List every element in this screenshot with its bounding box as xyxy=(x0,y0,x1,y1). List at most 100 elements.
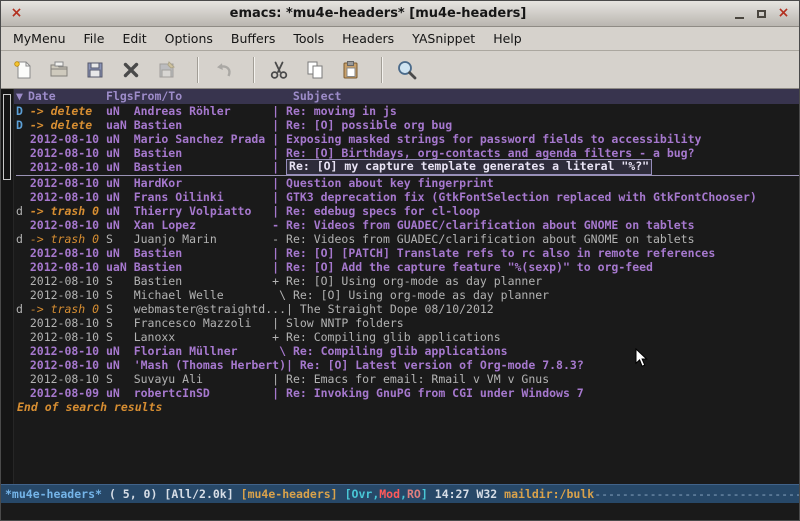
message-mark: d xyxy=(16,302,30,316)
message-row[interactable]: 2012-08-10uNBastien| Re: [O] Birthdays, … xyxy=(16,146,799,160)
message-date: 2012-08-10 xyxy=(30,288,106,302)
paste-button[interactable] xyxy=(336,55,366,85)
message-from: Frans Oilinki xyxy=(134,190,272,204)
window-controls: × xyxy=(731,6,792,21)
message-row[interactable]: 2012-08-10uNXan Lopez- Re: Videos from G… xyxy=(16,218,799,232)
message-row[interactable]: 2012-08-10SFrancesco Mazzoli| Slow NNTP … xyxy=(16,316,799,330)
message-row[interactable]: 2012-08-10uNBastien| Re: [O] [PATCH] Tra… xyxy=(16,246,799,260)
message-row[interactable]: 2012-08-09uNrobertcInSD| Re: Invoking Gn… xyxy=(16,386,799,400)
message-row[interactable]: d-> trash 0Swebmaster@straightd...| The … xyxy=(16,302,799,316)
message-from: Bastien xyxy=(134,246,272,260)
titlebar-left-close-button[interactable]: × xyxy=(8,6,25,21)
toolbar-separator xyxy=(381,57,383,83)
message-flags: uN xyxy=(106,132,134,146)
thread-indicator: + xyxy=(272,330,286,344)
message-row[interactable]: 2012-08-10uN'Mash (Thomas Herbert)| Re: … xyxy=(16,358,799,372)
modeline-status-flags: [Ovr,Mod,RO] xyxy=(345,487,428,501)
message-row[interactable]: 2012-08-10uNMario Sanchez Prada| Exposin… xyxy=(16,132,799,146)
mode-line: *mu4e-headers*( 5, 0)[All/2.0k][mu4e-hea… xyxy=(1,484,799,503)
thread-indicator: | xyxy=(272,204,286,218)
message-flags: uN xyxy=(106,344,134,358)
new-file-button[interactable] xyxy=(8,55,38,85)
undo-button xyxy=(208,55,238,85)
kill-buffer-button[interactable] xyxy=(116,55,146,85)
message-flags: uN xyxy=(106,104,134,118)
modeline-flag-comma: , xyxy=(400,487,407,501)
column-header-flags[interactable]: Flgs xyxy=(106,89,134,104)
close-button[interactable]: × xyxy=(775,6,792,21)
menu-item-buffers[interactable]: Buffers xyxy=(222,28,284,49)
copy-button[interactable] xyxy=(300,55,330,85)
message-mark: D xyxy=(16,104,30,118)
message-from: Bastien xyxy=(134,160,272,175)
save-icon xyxy=(84,59,106,81)
message-subject: Re: Videos from GUADEC/clarification abo… xyxy=(286,232,695,246)
menu-item-options[interactable]: Options xyxy=(156,28,222,49)
save-button[interactable] xyxy=(80,55,110,85)
toolbar-separator xyxy=(253,57,255,83)
modeline-flag-ro: RO xyxy=(407,487,421,501)
modeline-portion: [All/2.0k] xyxy=(164,487,233,501)
message-row[interactable]: 2012-08-10uaNBastien| Re: [O] Add the ca… xyxy=(16,260,799,274)
tool-bar xyxy=(1,51,799,89)
menu-item-edit[interactable]: Edit xyxy=(113,28,155,49)
message-mark xyxy=(16,176,30,190)
message-from: Bastien xyxy=(134,260,272,274)
message-date: 2012-08-10 xyxy=(30,218,106,232)
message-row[interactable]: 2012-08-10SBastien+ Re: [O] Using org-mo… xyxy=(16,274,799,288)
message-row[interactable]: 2012-08-10SLanoxx+ Re: Compiling glib ap… xyxy=(16,330,799,344)
scrollbar[interactable] xyxy=(1,89,14,484)
message-from: robertcInSD xyxy=(134,386,272,400)
message-row[interactable]: d-> trash 0SJuanjo Marin- Re: Videos fro… xyxy=(16,232,799,246)
message-date: 2012-08-10 xyxy=(30,330,106,344)
close-icon: × xyxy=(778,7,790,20)
menu-item-file[interactable]: File xyxy=(75,28,114,49)
message-subject: Re: [O] my capture template generates a … xyxy=(286,159,652,175)
thread-indicator: \ xyxy=(272,344,293,358)
modeline-buffer-name: *mu4e-headers* xyxy=(5,487,102,501)
modeline-flag-ovr: Ovr xyxy=(352,487,373,501)
menu-item-tools[interactable]: Tools xyxy=(284,28,333,49)
thread-indicator: \ xyxy=(272,288,293,302)
message-row[interactable]: 2012-08-10uNFrans Oilinki| GTK3 deprecat… xyxy=(16,190,799,204)
search-button[interactable] xyxy=(392,55,422,85)
cut-button[interactable] xyxy=(264,55,294,85)
message-mark xyxy=(16,358,30,372)
message-row[interactable]: d-> trash 0uNThierry Volpiatto| Re: edeb… xyxy=(16,204,799,218)
message-list: D-> deleteuNAndreas Röhler| Re: moving i… xyxy=(14,104,799,484)
message-row[interactable]: 2012-08-10uNBastien| Re: [O] my capture … xyxy=(16,160,799,176)
message-row[interactable]: D-> deleteuaNBastien| Re: [O] possible o… xyxy=(16,118,799,132)
emacs-frame: ▼Date Flgs From/To Subject D-> deleteuNA… xyxy=(1,89,799,520)
message-subject: Exposing masked strings for password fie… xyxy=(286,132,701,146)
message-mark xyxy=(16,372,30,386)
modeline-position: ( 5, 0) xyxy=(109,487,157,501)
column-header-from[interactable]: From/To xyxy=(134,89,272,104)
minimize-button[interactable] xyxy=(731,6,748,21)
echo-area[interactable] xyxy=(1,503,799,520)
menu-item-help[interactable]: Help xyxy=(484,28,531,49)
modeline-flag-bracket: [ xyxy=(345,487,352,501)
column-header-subject[interactable]: Subject xyxy=(272,89,341,104)
menu-item-yasnippet[interactable]: YASnippet xyxy=(403,28,484,49)
thread-indicator: + xyxy=(272,274,286,288)
title-bar[interactable]: × emacs: *mu4e-headers* [mu4e-headers] × xyxy=(1,1,799,27)
open-file-button[interactable] xyxy=(44,55,74,85)
message-row[interactable]: 2012-08-10SSuvayu Ali| Re: Emacs for ema… xyxy=(16,372,799,386)
message-flags: uN xyxy=(106,218,134,232)
message-flags: uN xyxy=(106,190,134,204)
menu-item-mymenu[interactable]: MyMenu xyxy=(4,28,75,49)
column-header-date[interactable]: ▼Date xyxy=(16,89,106,104)
menu-bar: MyMenuFileEditOptionsBuffersToolsHeaders… xyxy=(1,27,799,51)
message-date: 2012-08-10 xyxy=(30,246,106,260)
emacs-window: × emacs: *mu4e-headers* [mu4e-headers] ×… xyxy=(0,0,800,521)
message-subject: Re: [O] Latest version of Org-mode 7.8.3… xyxy=(300,358,584,372)
menu-item-headers[interactable]: Headers xyxy=(333,28,403,49)
message-row[interactable]: 2012-08-10uNFlorian Müllner \ Re: Compil… xyxy=(16,344,799,358)
maximize-button[interactable] xyxy=(753,6,770,21)
message-row[interactable]: 2012-08-10uNHardKor| Question about key … xyxy=(16,176,799,190)
message-row[interactable]: 2012-08-10SMichael Welle \ Re: [O] Using… xyxy=(16,288,799,302)
scrollbar-thumb[interactable] xyxy=(3,94,11,180)
message-row[interactable]: D-> deleteuNAndreas Röhler| Re: moving i… xyxy=(16,104,799,118)
message-mark: d xyxy=(16,204,30,218)
message-subject: Re: [O] possible org bug xyxy=(286,118,452,132)
